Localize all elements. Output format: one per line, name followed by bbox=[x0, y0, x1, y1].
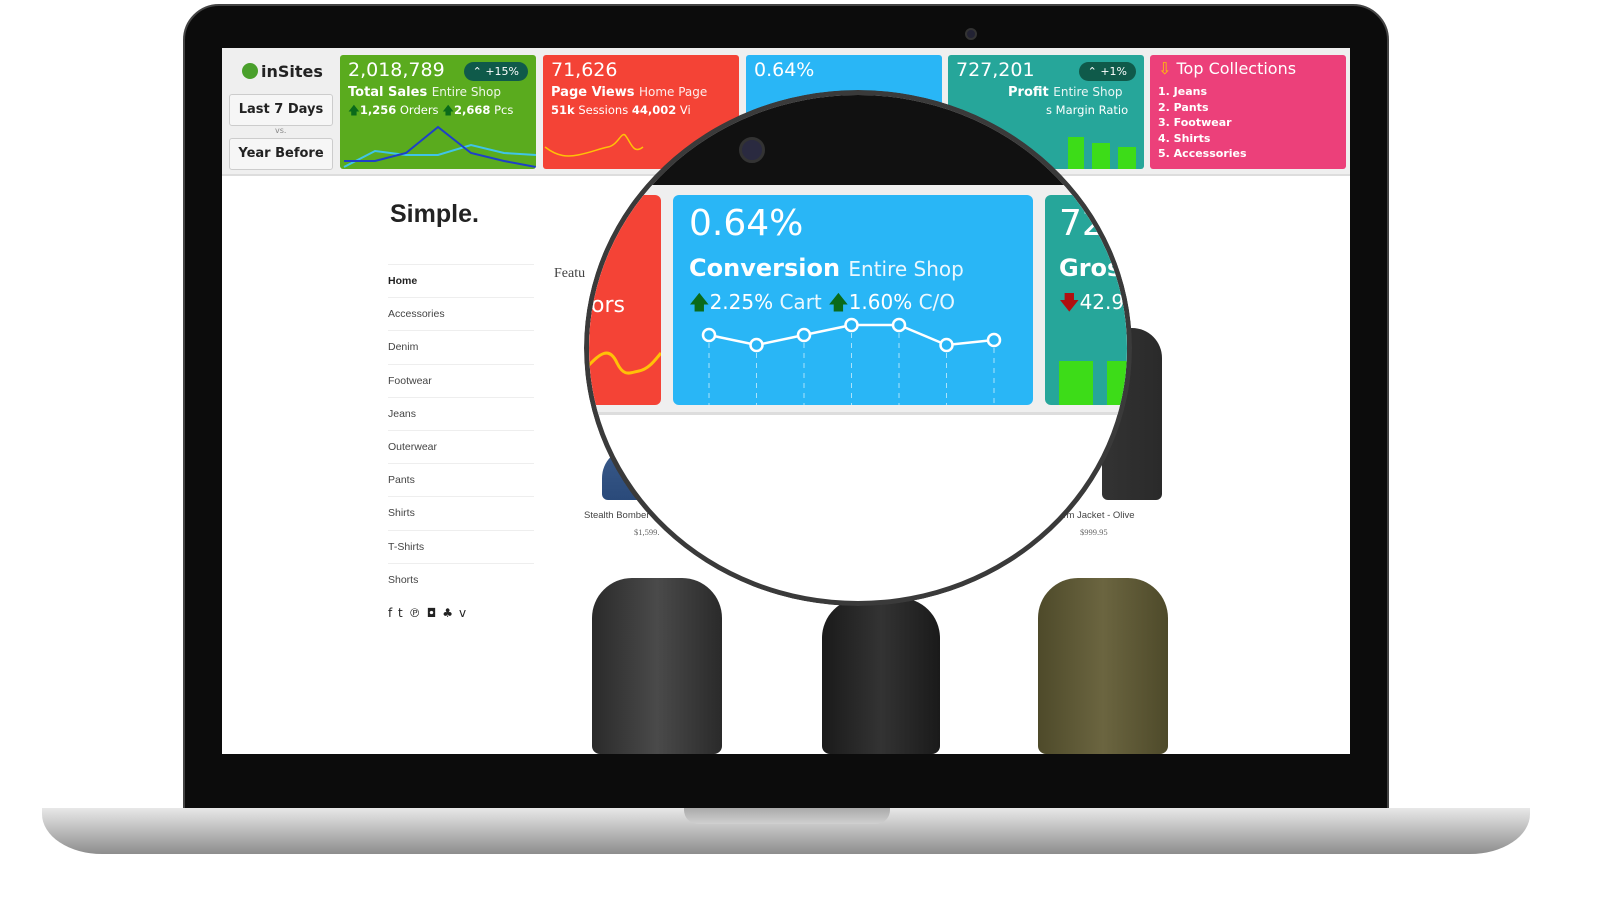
sales-scope: Entire Shop bbox=[431, 85, 501, 99]
margin-label: s Margin Ratio bbox=[1046, 103, 1129, 117]
store-logo[interactable]: Simple. bbox=[390, 200, 479, 229]
collection-item[interactable]: 1. Jeans bbox=[1158, 84, 1338, 100]
sales-sparkline bbox=[343, 125, 536, 168]
views-title: Page Views bbox=[551, 85, 635, 100]
conversion-line-chart bbox=[701, 317, 1002, 405]
logo-text: inSites bbox=[261, 62, 323, 81]
product-price: $999.95 bbox=[1080, 527, 1108, 537]
pcs-value: 2,668 bbox=[454, 103, 491, 117]
nav-shorts[interactable]: Shorts bbox=[388, 562, 534, 596]
zoomed-views-fragment: ors bbox=[591, 293, 625, 318]
nav-footwear[interactable]: Footwear bbox=[388, 363, 534, 397]
nav-outerwear[interactable]: Outerwear bbox=[388, 429, 534, 463]
conversion-point bbox=[986, 332, 1002, 348]
nav-t-shirts[interactable]: T-Shirts bbox=[388, 529, 534, 563]
sort-icon: ⇩ bbox=[1158, 59, 1172, 78]
featured-heading: Featu bbox=[554, 266, 586, 281]
visitors-label: Vi bbox=[679, 103, 691, 117]
zoomed-conversion-card[interactable]: 0.64% Conversion Entire Shop 🡅2.25% Cart… bbox=[673, 195, 1033, 405]
nav-accessories[interactable]: Accessories bbox=[388, 297, 534, 330]
collection-item[interactable]: 4. Shirts bbox=[1158, 131, 1338, 147]
sales-change-badge: ⌃ +15% bbox=[463, 62, 528, 81]
nav-denim[interactable]: Denim bbox=[388, 330, 534, 363]
arrow-up-icon: 🡅 bbox=[442, 103, 455, 117]
laptop-notch bbox=[684, 808, 890, 824]
product-price: $1,599. bbox=[634, 527, 660, 537]
product-name[interactable]: Stealth Bomber bbox=[584, 510, 649, 521]
views-value: 71,626 bbox=[551, 59, 618, 81]
arrow-up-icon: 🡅 bbox=[689, 290, 710, 314]
cart-rate: 2.25% bbox=[709, 290, 774, 314]
store-nav: Home Accessories Denim Footwear Jeans Ou… bbox=[388, 264, 534, 596]
chart-icon bbox=[242, 63, 258, 79]
views-scope: Home Page bbox=[638, 85, 708, 99]
facebook-icon[interactable]: f bbox=[388, 606, 398, 620]
profit-change-badge: ⌃ +1% bbox=[1078, 62, 1136, 81]
product-image-olive-shirt[interactable] bbox=[1038, 578, 1168, 754]
profit-title: Profit bbox=[1008, 85, 1049, 100]
co-label: C/O bbox=[918, 290, 956, 314]
conversion-point bbox=[796, 327, 812, 343]
vimeo-icon[interactable]: v bbox=[459, 606, 472, 620]
conversion-point bbox=[891, 317, 907, 333]
sessions-value: 51k bbox=[551, 103, 575, 117]
collection-item[interactable]: 5. Accessories bbox=[1158, 146, 1338, 162]
sessions-label: Sessions bbox=[578, 103, 629, 117]
conversion-point bbox=[701, 327, 717, 343]
snapchat-icon[interactable]: ♣ bbox=[442, 606, 459, 620]
collection-item[interactable]: 3. Footwear bbox=[1158, 115, 1338, 131]
nav-jeans[interactable]: Jeans bbox=[388, 396, 534, 430]
card-total-sales[interactable]: 2,018,789 ⌃ +15% Total Sales Entire Shop… bbox=[340, 55, 536, 169]
cart-label: Cart bbox=[779, 290, 822, 314]
visitors-value: 44,002 bbox=[631, 103, 677, 117]
sales-title: Total Sales bbox=[348, 85, 428, 100]
vs-label: vs. bbox=[275, 126, 287, 135]
zoomed-margin-value: 42.9 bbox=[1079, 290, 1125, 314]
social-links: ft℗◘♣v bbox=[388, 606, 472, 620]
orders-label: Orders bbox=[399, 103, 439, 117]
instagram-icon[interactable]: ◘ bbox=[427, 606, 443, 620]
zoomed-conversion-scope: Entire Shop bbox=[848, 257, 964, 281]
card-top-collections[interactable]: ⇩ Top Collections 1. Jeans 2. Pants 3. F… bbox=[1150, 55, 1346, 169]
twitter-icon[interactable]: t bbox=[398, 606, 409, 620]
product-image-denim-jacket[interactable] bbox=[592, 578, 722, 754]
arrow-up-icon: 🡅 bbox=[348, 103, 360, 117]
camera-icon bbox=[965, 28, 977, 40]
nav-home[interactable]: Home bbox=[388, 264, 534, 297]
collection-item[interactable]: 2. Pants bbox=[1158, 100, 1338, 116]
compare-button[interactable]: Year Before bbox=[229, 138, 333, 170]
profit-bar bbox=[1059, 361, 1093, 405]
camera-icon bbox=[739, 137, 765, 163]
conversion-point bbox=[749, 337, 764, 353]
zoomed-conversion-value: 0.64% bbox=[689, 203, 804, 244]
conversion-point bbox=[939, 337, 954, 353]
zoomed-views-sparkline bbox=[589, 351, 661, 375]
zoomed-conversion-title: Conversion bbox=[689, 254, 841, 282]
magnifier-lens: ors 0.64% Conversion Entire Shop 🡅2.25% … bbox=[584, 90, 1132, 606]
arrow-up-icon: 🡅 bbox=[828, 290, 849, 314]
orders-value: 1,256 bbox=[359, 103, 397, 117]
pinterest-icon[interactable]: ℗ bbox=[409, 606, 427, 620]
date-range-button[interactable]: Last 7 Days bbox=[229, 94, 333, 126]
co-rate: 1.60% bbox=[848, 290, 913, 314]
conversion-point bbox=[844, 317, 859, 333]
nav-shirts[interactable]: Shirts bbox=[388, 496, 534, 529]
collections-title: Top Collections bbox=[1176, 59, 1297, 78]
sales-change: +15% bbox=[485, 65, 519, 78]
profit-change: +1% bbox=[1100, 65, 1127, 78]
pcs-label: Pcs bbox=[494, 103, 514, 117]
product-image-parka[interactable] bbox=[822, 598, 940, 754]
nav-pants[interactable]: Pants bbox=[388, 463, 534, 496]
insites-logo: inSites bbox=[242, 62, 323, 81]
arrow-down-icon: 🡇 bbox=[1059, 290, 1080, 314]
profit-scope: Entire Shop bbox=[1053, 85, 1123, 99]
conversion-value: 0.64% bbox=[754, 59, 815, 81]
